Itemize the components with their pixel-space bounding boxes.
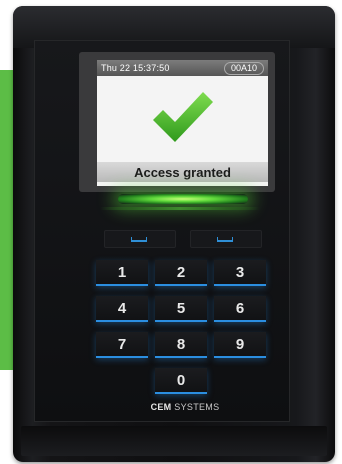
key-6[interactable]: 6: [214, 296, 266, 322]
status-led: [118, 194, 248, 204]
reader-code: 00A10: [223, 61, 264, 75]
key-8[interactable]: 8: [155, 332, 207, 358]
function-key-left-mark-icon: [131, 237, 147, 242]
brand-name-bold: CEM: [150, 402, 172, 412]
led-light-strip: [100, 207, 260, 210]
key-3[interactable]: 3: [214, 260, 266, 286]
access-message: Access granted: [134, 164, 231, 180]
key-2[interactable]: 2: [155, 260, 207, 286]
brand-name-rest: SYSTEMS: [171, 402, 220, 412]
key-4[interactable]: 4: [96, 296, 148, 322]
checkmark-icon: [153, 92, 213, 142]
key-0[interactable]: 0: [155, 368, 207, 394]
function-key-right[interactable]: [190, 230, 262, 248]
datetime-text: Thu 22 15:37:50: [101, 63, 170, 73]
key-1[interactable]: 1: [96, 260, 148, 286]
function-key-right-mark-icon: [217, 237, 233, 242]
numeric-keypad: 1 2 3 4 5 6 7 8 9 0: [96, 260, 268, 400]
device-bottom-cap: [21, 426, 327, 456]
display-screen: Thu 22 15:37:50 00A10 Access granted: [97, 60, 268, 186]
function-key-left[interactable]: [104, 230, 176, 248]
message-bar: Access granted: [97, 162, 268, 182]
key-5[interactable]: 5: [155, 296, 207, 322]
key-9[interactable]: 9: [214, 332, 266, 358]
status-bar: Thu 22 15:37:50 00A10: [97, 60, 268, 76]
brand-logo: CEM SYSTEMS: [140, 402, 230, 412]
key-7[interactable]: 7: [96, 332, 148, 358]
